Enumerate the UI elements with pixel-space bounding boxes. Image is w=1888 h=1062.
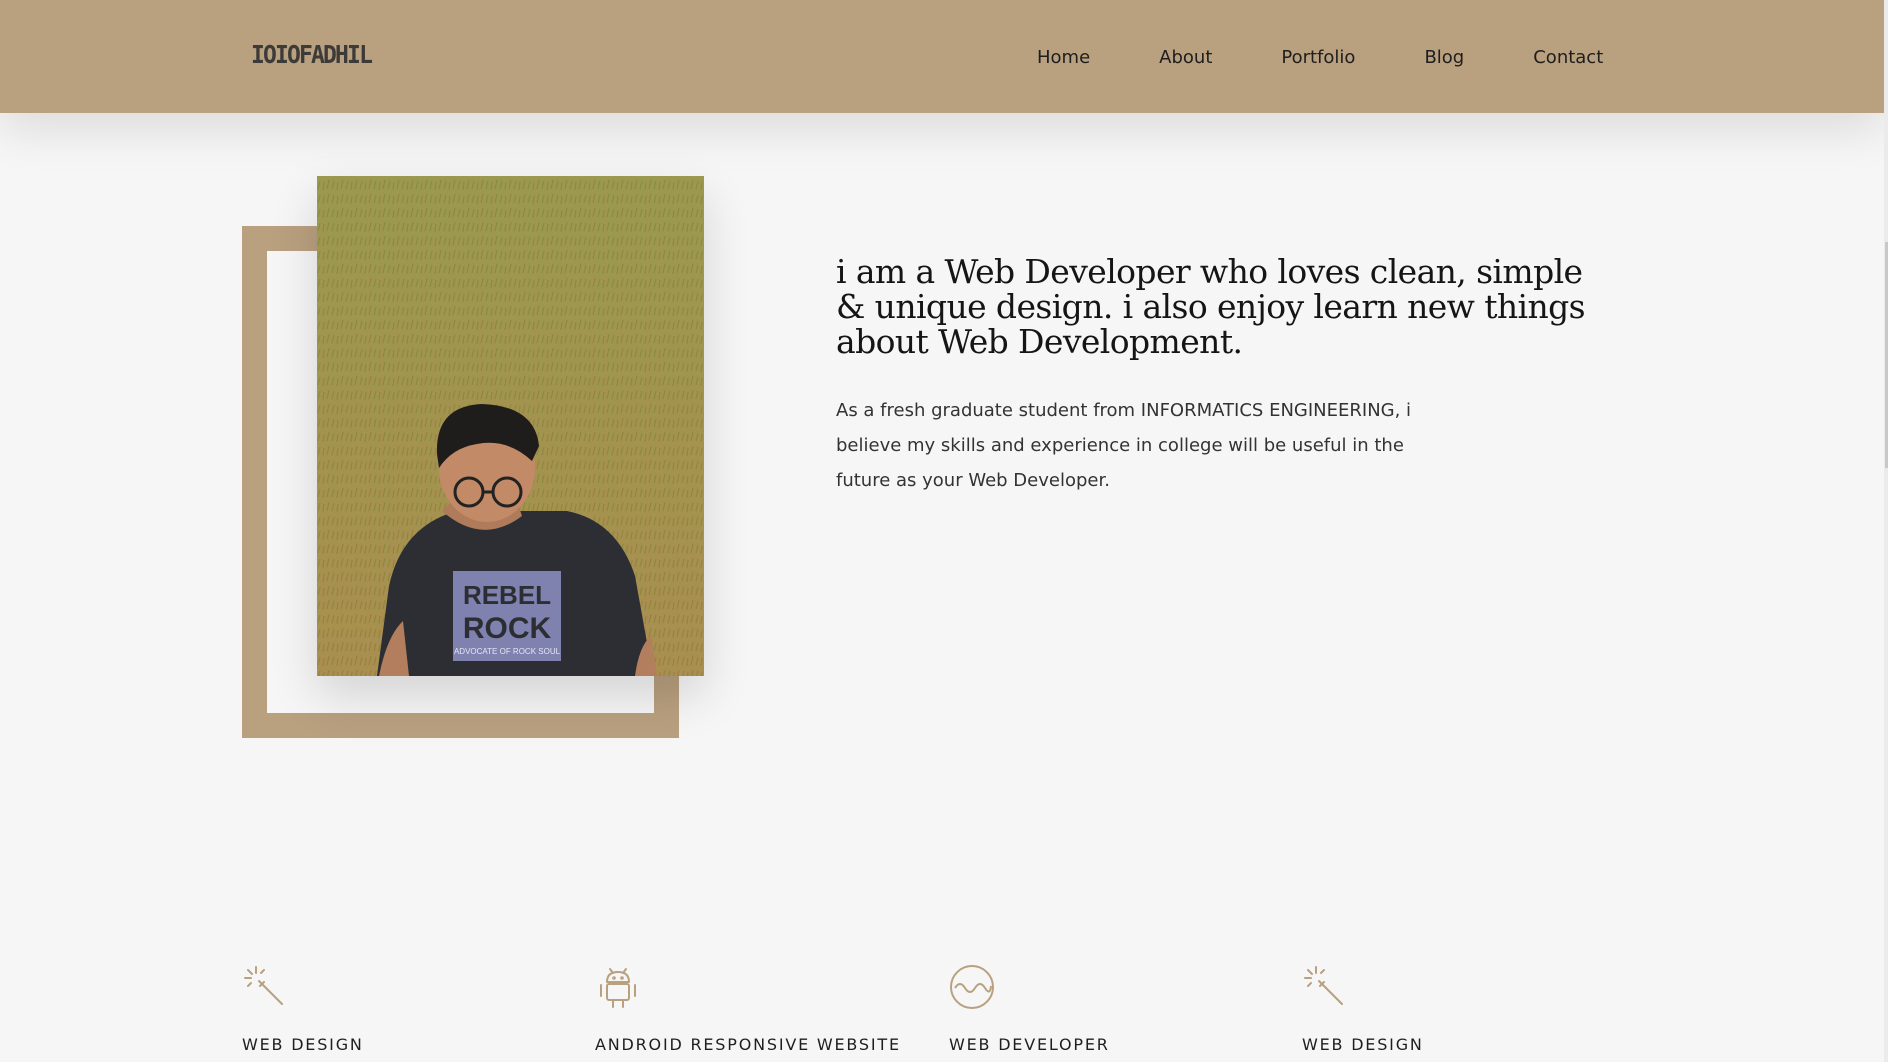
wave-circle-icon (950, 965, 994, 1009)
main-nav: Home About Portfolio Blog Contact (1037, 45, 1603, 71)
service-web-design-2: WEB DESIGN (1302, 964, 1422, 1054)
service-web-design: WEB DESIGN (242, 964, 362, 1054)
svg-text:REBEL: REBEL (463, 580, 551, 610)
nav-link-blog[interactable]: Blog (1424, 45, 1464, 71)
magic-wand-icon (244, 966, 283, 1005)
service-label: WEB DESIGN (1302, 1035, 1424, 1054)
android-icon (600, 968, 636, 1008)
service-label: WEB DESIGN (242, 1035, 364, 1054)
svg-text:ADVOCATE OF ROCK SOUL: ADVOCATE OF ROCK SOUL (454, 647, 561, 656)
magic-wand-icon (1304, 966, 1343, 1005)
services-section: WEB DESIGN ANDROID RESPONSIVE WEBSITE WE… (242, 964, 1662, 1062)
nav-link-home[interactable]: Home (1037, 45, 1090, 71)
svg-text:ROCK: ROCK (463, 612, 552, 645)
nav-link-portfolio[interactable]: Portfolio (1281, 45, 1355, 71)
nav-link-about[interactable]: About (1159, 45, 1212, 71)
service-web-developer: WEB DEVELOPER (949, 964, 1108, 1054)
service-label: ANDROID RESPONSIVE WEBSITE (595, 1035, 901, 1054)
page-scrollbar[interactable] (1884, 0, 1888, 1062)
hero-intro: As a fresh graduate student from INFORMA… (836, 400, 1412, 491)
hero-headline: i am a Web Developer who loves clean, si… (836, 252, 1586, 361)
profile-photo: REBEL ROCK ADVOCATE OF ROCK SOUL (317, 176, 704, 676)
service-android-responsive-website: ANDROID RESPONSIVE WEBSITE (595, 964, 899, 1054)
service-label: WEB DEVELOPER (949, 1035, 1110, 1054)
site-logo[interactable]: IOIOFADHIL (251, 40, 373, 69)
nav-link-contact[interactable]: Contact (1533, 45, 1603, 71)
site-header: IOIOFADHIL Home About Portfolio Blog Con… (0, 0, 1884, 113)
